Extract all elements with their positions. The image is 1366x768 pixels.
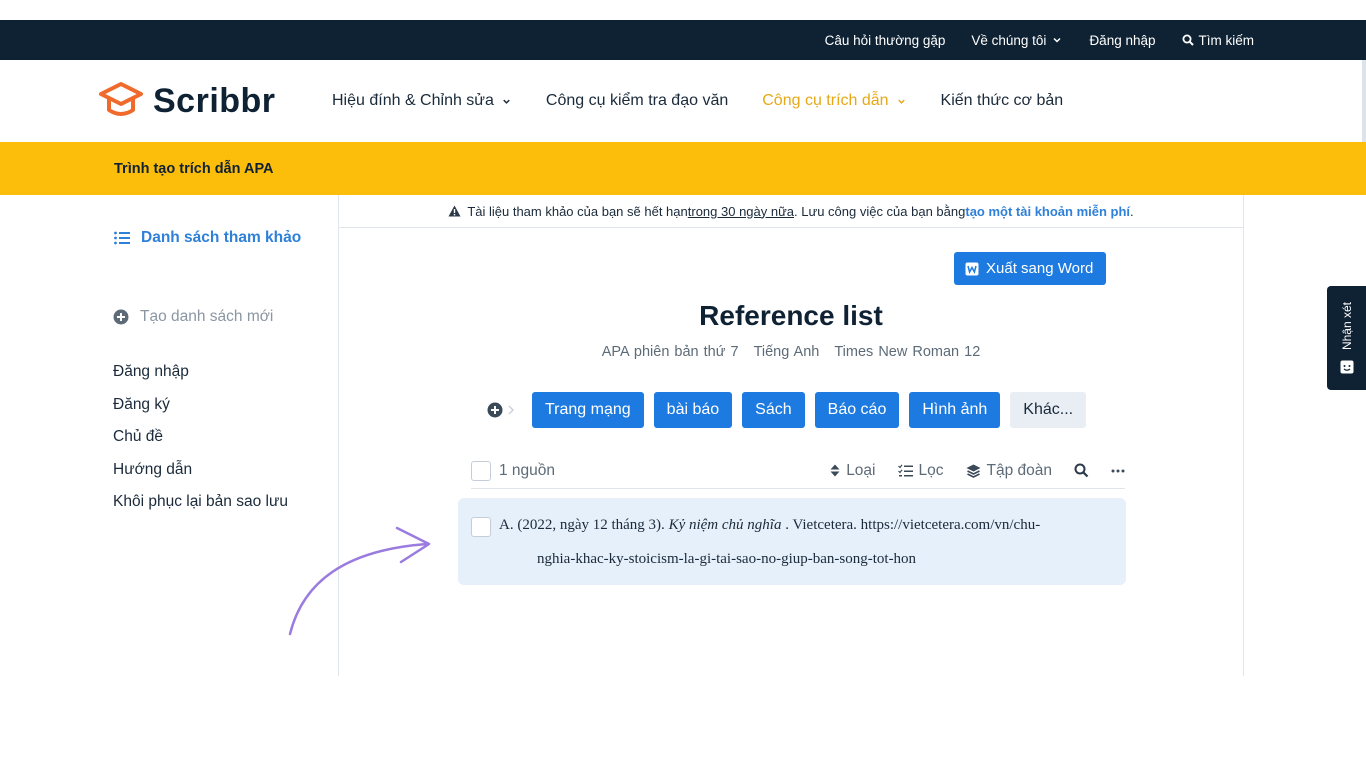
- warning-suffix: .: [1130, 203, 1134, 219]
- nav-plagiarism[interactable]: Công cụ kiểm tra đạo văn: [546, 92, 728, 110]
- source-type-book[interactable]: Sách: [742, 392, 805, 428]
- nav-editing-label: Hiệu đính & Chỉnh sửa: [332, 92, 494, 109]
- sort-label: Loại: [846, 461, 876, 479]
- graduation-cap-icon: [99, 82, 143, 116]
- sidebar-item-reference-list[interactable]: Danh sách tham khảo: [113, 227, 303, 249]
- expiry-warning: Tài liệu tham khảo của bạn sẽ hết hạntro…: [339, 195, 1243, 228]
- search-link[interactable]: Tìm kiếm: [1182, 32, 1255, 48]
- faq-label: Câu hỏi thường gặp: [824, 32, 946, 48]
- create-account-link[interactable]: tạo một tài khoản miễn phí: [965, 204, 1130, 219]
- sidebar-item-topics[interactable]: Chủ đề: [113, 428, 288, 461]
- more-options-button[interactable]: [1111, 469, 1125, 473]
- entry-title: Kỷ niệm chủ nghĩa: [668, 517, 782, 533]
- nav-knowledge[interactable]: Kiến thức cơ bản: [941, 92, 1064, 110]
- warning-expiry[interactable]: trong 30 ngày nữa: [688, 204, 794, 219]
- chevron-right-icon: [508, 405, 514, 415]
- about-menu[interactable]: Về chúng tôi: [971, 33, 1063, 48]
- reference-entry[interactable]: A. (2022, ngày 12 tháng 3). Kỷ niệm chủ …: [458, 498, 1126, 585]
- list-icon: [114, 231, 130, 245]
- more-icon: [1111, 469, 1125, 472]
- list-toolbar: 1 nguồn Loại Lọc Tập đoàn: [471, 453, 1125, 489]
- search-label: Tìm kiếm: [1198, 32, 1255, 48]
- sort-button[interactable]: Loại: [830, 461, 876, 480]
- nav-editing[interactable]: Hiệu đính & Chỉnh sửa: [332, 92, 512, 110]
- group-label: Tập đoàn: [986, 461, 1053, 479]
- about-label: Về chúng tôi: [971, 32, 1047, 48]
- source-type-other[interactable]: Khác...: [1010, 392, 1087, 428]
- sidebar-links: Đăng nhập Đăng ký Chủ đề Hướng dẫn Khôi …: [113, 363, 288, 526]
- login-label: Đăng nhập: [1089, 32, 1156, 48]
- group-button[interactable]: Tập đoàn: [966, 461, 1053, 480]
- top-bar: Câu hỏi thường gặp Về chúng tôi Đăng nhậ…: [0, 20, 1366, 60]
- sidebar-item-restore-backup[interactable]: Khôi phục lại bản sao lưu: [113, 493, 288, 526]
- layers-icon: [966, 464, 980, 478]
- export-word-button[interactable]: Xuất sang Word: [954, 252, 1107, 285]
- toolbar-actions: Loại Lọc Tập đoàn: [830, 462, 1125, 480]
- logo[interactable]: Scribbr: [97, 80, 276, 122]
- font-setting[interactable]: Times New Roman 12: [834, 344, 980, 360]
- source-type-website[interactable]: Trang mạng: [532, 392, 644, 428]
- style-setting[interactable]: APA phiên bản thứ 7: [602, 344, 739, 360]
- main-nav: Scribbr Hiệu đính & Chỉnh sửa Công cụ ki…: [0, 60, 1366, 142]
- main-panel: Tài liệu tham khảo của bạn sẽ hết hạntro…: [338, 195, 1244, 676]
- sidebar-item-register[interactable]: Đăng ký: [113, 396, 288, 429]
- language-setting[interactable]: Tiếng Anh: [754, 344, 820, 360]
- entry-line-1: A. (2022, ngày 12 tháng 3). Kỷ niệm chủ …: [499, 517, 1119, 534]
- citation-settings: APA phiên bản thứ 7 Tiếng Anh Times New …: [339, 344, 1243, 360]
- faq-link[interactable]: Câu hỏi thường gặp: [825, 33, 946, 48]
- warning-text: Tài liệu tham khảo của bạn sẽ hết hạntro…: [467, 204, 1133, 219]
- sidebar-item-login[interactable]: Đăng nhập: [113, 363, 288, 396]
- source-count: 1 nguồn: [499, 461, 556, 479]
- plus-circle-icon: [487, 402, 503, 418]
- entry-checkbox[interactable]: [471, 517, 491, 537]
- page-title: Reference list: [699, 300, 883, 331]
- logo-text: Scribbr: [153, 81, 276, 120]
- chevron-down-icon: [1053, 37, 1061, 43]
- nav-knowledge-label: Kiến thức cơ bản: [940, 92, 1064, 109]
- warning-icon: [448, 205, 461, 217]
- select-all-checkbox[interactable]: [471, 460, 491, 481]
- arrow-icon: [288, 526, 431, 636]
- source-type-report[interactable]: Báo cáo: [814, 392, 900, 428]
- warning-middle: . Lưu công việc của bạn bằng: [794, 203, 966, 219]
- entry-line-2: nghia-khac-ky-stoicism-la-gi-tai-sao-no-…: [537, 551, 917, 567]
- add-source-button[interactable]: [487, 402, 515, 418]
- entry-publisher: . Vietcetera. https://vietcetera.com/vn/…: [785, 517, 1041, 533]
- nav-plagiarism-label: Công cụ kiểm tra đạo văn: [545, 92, 729, 109]
- sidebar-item-new-list[interactable]: Tạo danh sách mới: [113, 308, 273, 326]
- word-icon: [965, 262, 979, 275]
- search-icon: [1074, 463, 1089, 478]
- plus-circle-icon: [113, 309, 129, 325]
- warning-prefix: Tài liệu tham khảo của bạn sẽ hết hạn: [467, 203, 688, 219]
- feedback-tab[interactable]: Nhận xét: [1327, 286, 1366, 390]
- filter-label: Lọc: [918, 461, 944, 479]
- banner-title: Trình tạo trích dẫn APA: [114, 160, 274, 177]
- source-type-bar: Trang mạng bài báo Sách Báo cáo Hình ảnh…: [487, 392, 1087, 428]
- export-word-label: Xuất sang Word: [986, 260, 1094, 277]
- feedback-icon: [1340, 360, 1353, 374]
- filter-button[interactable]: Lọc: [897, 461, 944, 480]
- search-icon: [1182, 34, 1194, 46]
- chevron-down-icon: [897, 99, 905, 104]
- filter-icon: [897, 464, 913, 477]
- sidebar-item-new-list-label: Tạo danh sách mới: [140, 308, 274, 325]
- login-link[interactable]: Đăng nhập: [1089, 33, 1155, 48]
- entry-author: A. (2022, ngày 12 tháng 3).: [499, 517, 665, 533]
- sidebar-item-guides[interactable]: Hướng dẫn: [113, 461, 288, 494]
- nav-citation[interactable]: Công cụ trích dẫn: [762, 92, 906, 110]
- sidebar-item-reference-list-label: Danh sách tham khảo: [141, 229, 302, 246]
- nav-citation-label: Công cụ trích dẫn: [762, 92, 889, 109]
- chevron-down-icon: [503, 99, 510, 104]
- page-banner: Trình tạo trích dẫn APA: [0, 142, 1366, 195]
- sort-icon: [830, 464, 840, 477]
- search-list-button[interactable]: [1074, 463, 1089, 478]
- feedback-label: Nhận xét: [1339, 301, 1354, 351]
- nav-links: Hiệu đính & Chỉnh sửa Công cụ kiểm tra đ…: [332, 92, 1063, 110]
- source-type-article[interactable]: bài báo: [653, 392, 733, 428]
- source-type-image[interactable]: Hình ảnh: [909, 392, 1001, 428]
